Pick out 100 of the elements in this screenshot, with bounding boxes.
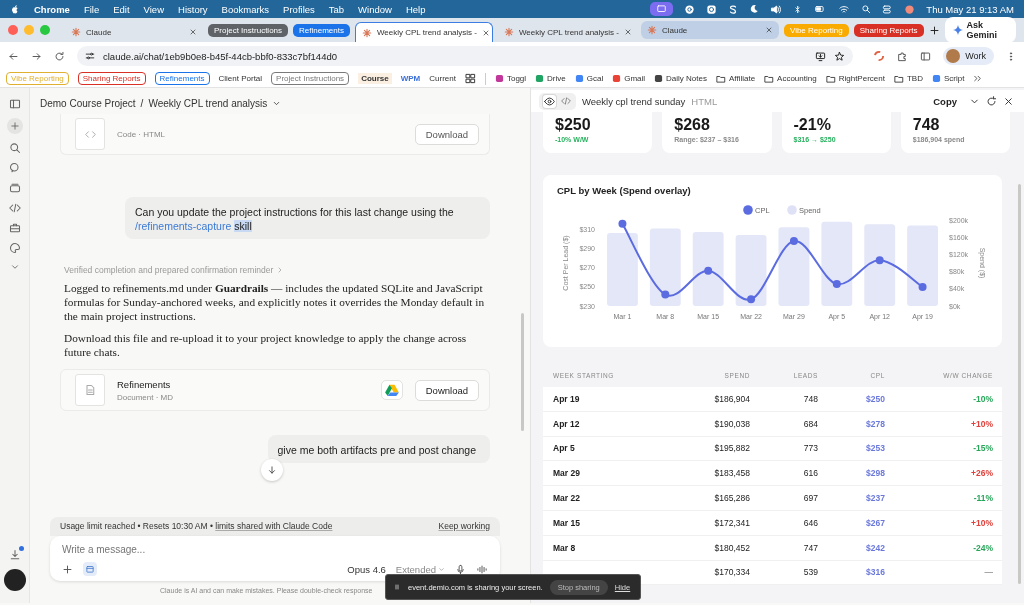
bookmark-folder[interactable]: RightPercent — [825, 73, 885, 84]
bookmark-group-chip[interactable]: Project Instructions — [271, 72, 350, 85]
chats-icon[interactable] — [8, 162, 21, 174]
menu-item[interactable]: Tab — [328, 3, 345, 15]
browser-tab[interactable]: Claude — [640, 21, 779, 39]
apple-icon[interactable] — [10, 4, 20, 14]
table-cell: -11% — [973, 493, 993, 504]
ring-icon[interactable] — [684, 3, 696, 15]
bookmark-link[interactable]: Script — [931, 74, 965, 83]
keep-working-link[interactable]: Keep working — [438, 521, 490, 531]
bookmark-link[interactable]: Gmail — [612, 74, 646, 83]
bookmark-link[interactable]: Drive — [535, 74, 566, 83]
tab-group-chip[interactable]: Sharing Reports — [853, 23, 924, 37]
bookmark-link[interactable]: Client Portal — [218, 74, 263, 83]
chat-title[interactable]: Weekly CPL trend analysis — [148, 97, 268, 109]
code-icon[interactable] — [8, 202, 21, 214]
tab-group-chip[interactable]: Refinements — [293, 23, 350, 37]
drive-button[interactable] — [380, 380, 403, 400]
menu-item[interactable]: Profiles — [283, 3, 315, 15]
model-selector[interactable]: Opus 4.6 — [347, 563, 386, 575]
address-bar[interactable]: claude.ai/chat/1eb9b0e8-b45f-44cb-bbf0-833c7bf144d0 — [77, 46, 854, 66]
project-button[interactable] — [83, 562, 97, 576]
reading-list-icon[interactable] — [920, 50, 932, 62]
menu-item[interactable]: Bookmarks — [221, 3, 270, 15]
limits-link[interactable]: limits shared with Claude Code — [215, 521, 333, 531]
bluetooth-icon[interactable] — [793, 3, 803, 15]
moon-icon[interactable] — [749, 4, 760, 14]
bookmark-link[interactable]: Daily Notes — [654, 74, 707, 83]
microphone-icon[interactable] — [455, 563, 466, 575]
bookmark-link[interactable]: Course — [358, 73, 392, 84]
install-icon — [815, 50, 827, 62]
message-composer[interactable]: Write a message... Opus 4.6 Extended — [50, 536, 500, 581]
menu-item[interactable]: View — [143, 3, 164, 15]
record-icon[interactable] — [706, 3, 718, 15]
browser-tab[interactable]: Claude — [65, 22, 203, 42]
user-avatar[interactable] — [3, 569, 26, 591]
new-tab-icon[interactable] — [928, 24, 940, 36]
bookmark-folder[interactable]: Affiliate — [716, 73, 756, 84]
bookmark-link[interactable]: Gcal — [574, 74, 604, 83]
avatar-icon[interactable] — [904, 3, 916, 15]
menu-item[interactable]: Window — [358, 3, 392, 15]
back-icon[interactable] — [8, 50, 19, 62]
download-button[interactable]: Download — [414, 123, 479, 145]
extensions-icon[interactable] — [897, 50, 909, 62]
close-icon[interactable] — [482, 28, 490, 37]
voice-wave-icon[interactable] — [476, 563, 488, 575]
ring-icon[interactable] — [873, 50, 886, 62]
bookmark-folder[interactable]: TBD — [893, 73, 923, 84]
burst-icon — [646, 25, 657, 35]
bookmark-group-chip[interactable]: Sharing Reports — [77, 72, 146, 85]
palette-icon[interactable] — [8, 242, 21, 254]
wifi-icon[interactable] — [838, 3, 851, 15]
ask-gemini-button[interactable]: Ask Gemini — [944, 17, 1016, 43]
data-point — [918, 282, 927, 291]
plus-icon[interactable] — [62, 563, 73, 575]
table-cell-text: $180,452 — [713, 542, 750, 553]
menu-item[interactable]: Chrome — [34, 3, 70, 15]
chevron-down-icon[interactable] — [9, 262, 20, 272]
scrollbar[interactable] — [521, 313, 524, 431]
menu-item[interactable]: Edit — [113, 3, 130, 15]
browser-tab[interactable]: Weekly CPL trend analysis - — [354, 22, 493, 42]
forward-icon[interactable] — [31, 50, 42, 62]
screen-share-status[interactable] — [650, 2, 674, 16]
bookmark-link[interactable]: WPM — [400, 74, 421, 83]
reload-icon[interactable] — [54, 50, 65, 62]
toggles-icon[interactable] — [882, 3, 894, 15]
apps-grid-icon[interactable] — [464, 73, 476, 84]
download-button[interactable]: Download — [414, 379, 479, 401]
refresh-icon[interactable] — [986, 95, 997, 107]
downloads-button[interactable] — [8, 549, 21, 561]
browser-tab[interactable]: Weekly CPL trend analysis - — [497, 22, 636, 42]
menu-item[interactable]: Help — [405, 3, 426, 15]
command-link[interactable]: /refinements-capture — [135, 220, 232, 232]
project-breadcrumb[interactable]: Demo Course Project — [40, 97, 136, 109]
pause-icon[interactable] — [393, 583, 401, 591]
briefcase-icon[interactable] — [8, 222, 21, 234]
monitor-icon — [656, 4, 668, 14]
code-icon — [84, 128, 96, 140]
bookmark-group-chip[interactable]: Refinements — [154, 72, 210, 85]
mode-selector[interactable]: Extended — [395, 563, 445, 575]
bookmark-link[interactable]: Toggl — [494, 74, 527, 83]
menu-item[interactable]: File — [83, 3, 100, 15]
box-icon[interactable] — [8, 182, 21, 194]
menu-item[interactable]: History — [178, 3, 208, 15]
table-cell-text: 539 — [802, 567, 818, 578]
volume-icon[interactable] — [770, 3, 783, 15]
menu-clock[interactable]: Thu May 21 9:13 AM — [926, 3, 1014, 15]
site-settings-icon — [85, 51, 95, 61]
more-bookmarks-icon[interactable] — [973, 74, 983, 83]
close-icon[interactable] — [1003, 95, 1014, 107]
s-icon[interactable] — [728, 3, 739, 15]
profile-button[interactable]: Work — [943, 47, 994, 65]
search-icon[interactable] — [861, 4, 872, 14]
bookmark-folder[interactable]: Accounting — [764, 73, 817, 84]
view-toggle[interactable] — [539, 92, 576, 110]
bookmark-link[interactable]: Current — [429, 74, 456, 83]
scrollbar[interactable] — [1018, 184, 1021, 584]
search-icon[interactable] — [8, 142, 21, 154]
tab-group-chip[interactable]: Project Instructions — [208, 23, 289, 37]
sidebar-toggle-icon[interactable] — [8, 98, 21, 110]
